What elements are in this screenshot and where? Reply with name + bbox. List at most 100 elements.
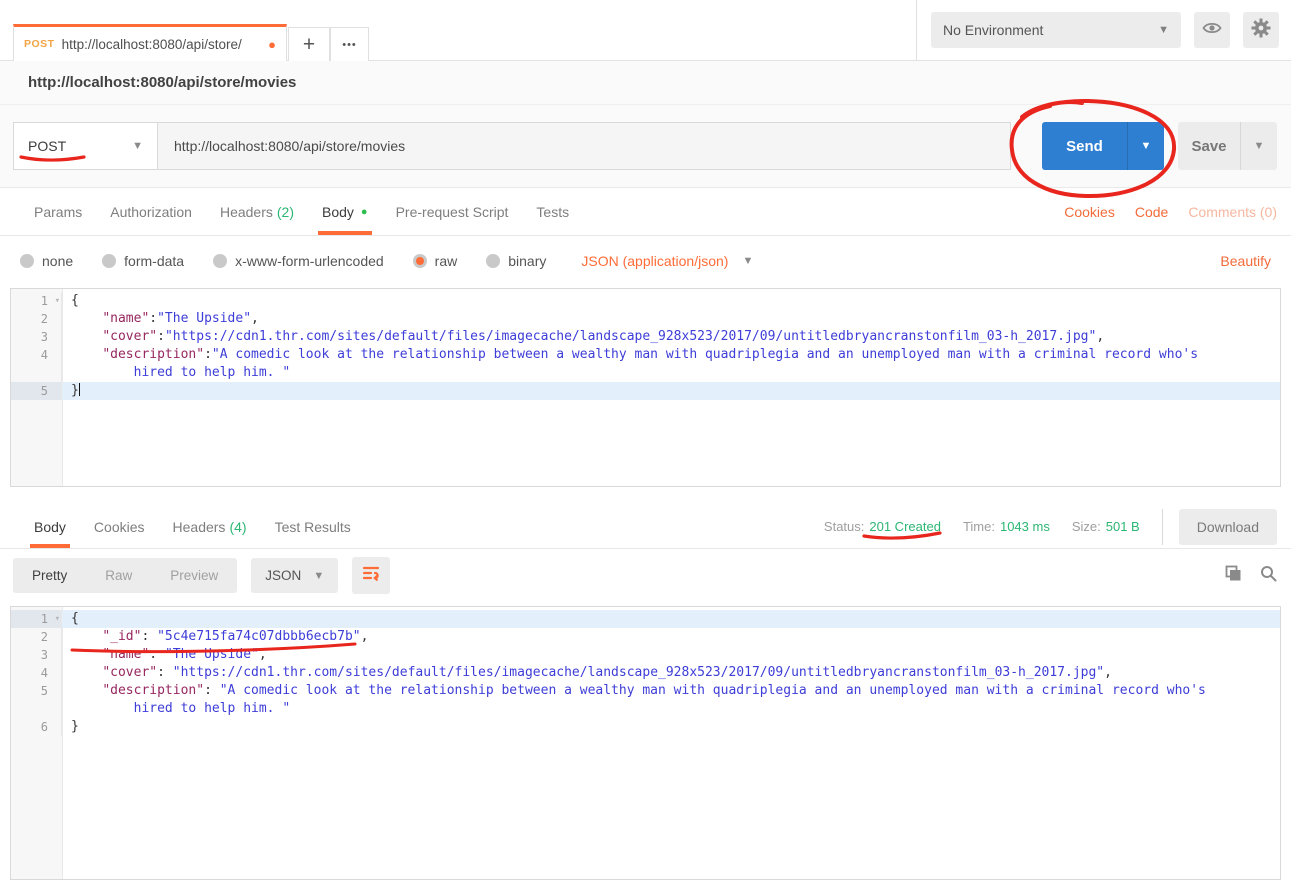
view-pretty[interactable]: Pretty (13, 558, 86, 593)
body-type-urlencoded[interactable]: x-www-form-urlencoded (213, 253, 384, 269)
text-cursor (79, 383, 80, 396)
download-button[interactable]: Download (1179, 509, 1277, 545)
status-label: Status: (824, 519, 864, 534)
save-button-group: Save ▼ (1178, 122, 1277, 170)
response-tab-body[interactable]: Body (20, 505, 80, 548)
line-number: 1▾ (11, 610, 62, 628)
save-button[interactable]: Save (1178, 122, 1240, 170)
chevron-down-icon: ▼ (742, 255, 753, 267)
view-raw[interactable]: Raw (86, 558, 151, 593)
content-type-select[interactable]: JSON (application/json) ▼ (581, 253, 753, 269)
send-options-button[interactable]: ▼ (1127, 122, 1164, 170)
code-line[interactable]: 1▾{ (11, 292, 1280, 310)
body-type-binary[interactable]: binary (486, 253, 546, 269)
code-line[interactable]: 4 "description":"A comedic look at the r… (11, 346, 1280, 364)
environment-select[interactable]: No Environment ▼ (931, 12, 1181, 48)
line-number: 2 (11, 628, 62, 646)
wrap-lines-button[interactable] (352, 557, 390, 594)
request-body-editor[interactable]: 1▾{2 "name":"The Upside",3 "cover":"http… (10, 288, 1281, 487)
tab-body[interactable]: Body ● (308, 188, 382, 235)
line-number: 3 (11, 646, 62, 664)
copy-icon (1225, 565, 1242, 587)
body-type-raw[interactable]: raw (413, 253, 458, 269)
tab-method-badge: POST (24, 38, 55, 50)
chevron-down-icon: ▼ (313, 570, 324, 582)
code-link[interactable]: Code (1135, 204, 1168, 220)
fold-caret-icon[interactable]: ▾ (55, 610, 60, 628)
response-headers-count-badge: (4) (229, 519, 246, 535)
beautify-link[interactable]: Beautify (1220, 253, 1271, 269)
code-line[interactable]: hired to help him. " (11, 700, 1280, 718)
url-input[interactable] (158, 122, 1011, 170)
environment-area: No Environment ▼ (917, 0, 1291, 60)
request-links: Cookies Code Comments (0) (1044, 188, 1277, 235)
line-number (11, 700, 62, 718)
view-preview[interactable]: Preview (151, 558, 237, 593)
code-text: "name":"The Upside", (62, 310, 1280, 328)
unsaved-changes-dot: ● (268, 37, 276, 52)
code-text: { (62, 610, 1280, 628)
radio-icon (486, 254, 500, 268)
code-line[interactable]: 1▾{ (11, 610, 1280, 628)
request-tab-strip: POST http://localhost:8080/api/store/ ● … (0, 0, 917, 60)
copy-response-button[interactable] (1225, 565, 1242, 587)
code-line[interactable]: 2 "_id": "5c4e715fa74c07dbbb6ecb7b", (11, 628, 1280, 646)
code-line[interactable]: hired to help him. " (11, 364, 1280, 382)
send-button[interactable]: Send (1042, 122, 1127, 170)
headers-count-badge: (2) (277, 204, 294, 220)
code-line[interactable]: 4 "cover": "https://cdn1.thr.com/sites/d… (11, 664, 1280, 682)
save-options-button[interactable]: ▼ (1240, 122, 1277, 170)
code-line[interactable]: 5} (11, 382, 1280, 400)
response-format-select[interactable]: JSON ▼ (251, 558, 338, 593)
method-select[interactable]: POST ▼ (13, 122, 158, 170)
line-number: 4 (11, 664, 62, 682)
body-type-form-data[interactable]: form-data (102, 253, 184, 269)
request-title: http://localhost:8080/api/store/movies (28, 74, 296, 91)
body-has-content-dot: ● (361, 206, 368, 218)
code-line[interactable]: 3 "name": "The Upside", (11, 646, 1280, 664)
environment-select-label: No Environment (943, 22, 1043, 38)
send-button-group: Send ▼ (1042, 122, 1164, 170)
code-line[interactable]: 2 "name":"The Upside", (11, 310, 1280, 328)
more-tabs-button[interactable]: ••• (330, 27, 369, 61)
search-response-button[interactable] (1260, 565, 1277, 587)
response-tab-test-results[interactable]: Test Results (261, 505, 365, 548)
comments-link[interactable]: Comments (0) (1188, 204, 1277, 220)
response-body-editor[interactable]: 1▾{2 "_id": "5c4e715fa74c07dbbb6ecb7b",3… (10, 606, 1281, 880)
body-type-none[interactable]: none (20, 253, 73, 269)
response-tab-cookies[interactable]: Cookies (80, 505, 159, 548)
code-text: "description":"A comedic look at the rel… (62, 346, 1280, 364)
divider (1162, 509, 1163, 545)
tab-params[interactable]: Params (20, 188, 96, 235)
environment-quick-look-button[interactable] (1194, 12, 1230, 48)
code-line[interactable]: 3 "cover":"https://cdn1.thr.com/sites/de… (11, 328, 1280, 346)
line-number: 2 (11, 310, 62, 328)
fold-caret-icon[interactable]: ▾ (55, 292, 60, 310)
search-icon (1260, 565, 1277, 587)
size-value: 501 B (1106, 519, 1140, 534)
new-tab-button[interactable]: + (288, 27, 330, 61)
status-value: 201 Created (869, 519, 941, 534)
time-label: Time: (963, 519, 995, 534)
tab-headers[interactable]: Headers (2) (206, 188, 308, 235)
code-line[interactable]: 6} (11, 718, 1280, 736)
code-text: "_id": "5c4e715fa74c07dbbb6ecb7b", (62, 628, 1280, 646)
tab-tests[interactable]: Tests (522, 188, 583, 235)
tab-authorization[interactable]: Authorization (96, 188, 206, 235)
code-line[interactable]: 5 "description": "A comedic look at the … (11, 682, 1280, 700)
response-tab-headers[interactable]: Headers (4) (159, 505, 261, 548)
line-number: 5 (11, 382, 62, 400)
settings-button[interactable] (1243, 12, 1279, 48)
radio-selected-icon (413, 254, 427, 268)
radio-icon (213, 254, 227, 268)
code-text: "cover":"https://cdn1.thr.com/sites/defa… (62, 328, 1280, 346)
chevron-down-icon: ▼ (132, 140, 143, 152)
time-value: 1043 ms (1000, 519, 1050, 534)
line-number: 1▾ (11, 292, 62, 310)
tab-prerequest-script[interactable]: Pre-request Script (382, 188, 523, 235)
cookies-link[interactable]: Cookies (1064, 204, 1115, 220)
code-text: "name": "The Upside", (62, 646, 1280, 664)
line-number (11, 364, 62, 382)
open-request-tab[interactable]: POST http://localhost:8080/api/store/ ● (13, 24, 287, 61)
code-text: hired to help him. " (62, 364, 1280, 382)
